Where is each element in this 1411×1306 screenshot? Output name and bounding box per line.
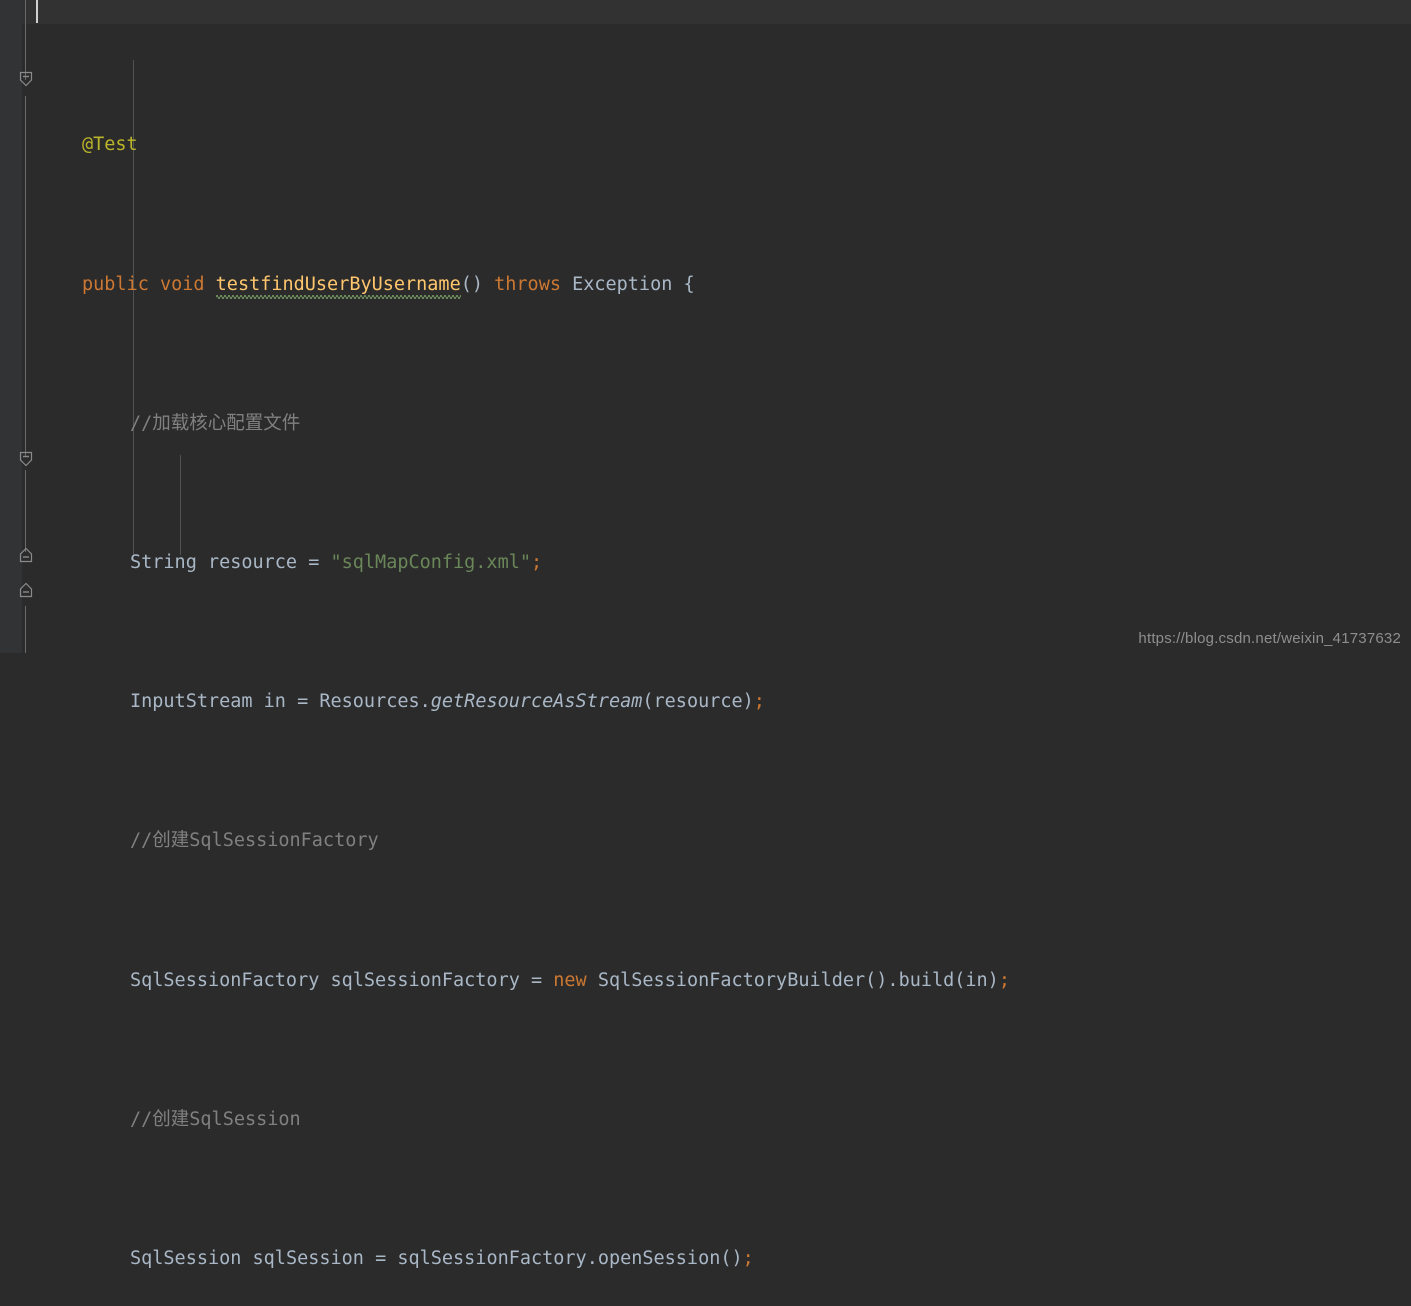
operator-assign: = bbox=[297, 691, 309, 713]
method-getresourceasstream: getResourceAsStream bbox=[430, 691, 643, 713]
type-sqlsessionfactory: SqlSessionFactory bbox=[130, 969, 320, 991]
semicolon: ; bbox=[753, 691, 765, 713]
keyword-throws: throws bbox=[494, 273, 561, 295]
keyword-public: public bbox=[82, 273, 149, 295]
text-caret bbox=[36, 0, 38, 23]
class-resources: Resources. bbox=[319, 691, 431, 713]
semicolon: ; bbox=[530, 551, 543, 573]
code-line-comment-create-factory[interactable]: //创建SqlSessionFactory bbox=[0, 824, 1411, 859]
type-sqlsession: SqlSession bbox=[130, 1247, 242, 1269]
operator-assign: = bbox=[308, 551, 320, 573]
call-args: (resource) bbox=[642, 691, 754, 713]
keyword-new: new bbox=[553, 969, 587, 991]
annotation-test: @Test bbox=[82, 134, 138, 156]
open-brace-method: { bbox=[683, 273, 695, 295]
var-sqlsession: sqlSession bbox=[252, 1247, 364, 1269]
code-line-comment-load-config[interactable]: //加载核心配置文件 bbox=[0, 407, 1411, 442]
keyword-void: void bbox=[159, 273, 205, 295]
code-line-annotation[interactable]: @Test bbox=[0, 128, 1411, 163]
gutter-top-segment bbox=[0, 0, 22, 24]
string-literal-config: "sqlMapConfig.xml" bbox=[330, 551, 531, 573]
constructor-call: SqlSessionFactoryBuilder().build(in) bbox=[597, 969, 999, 991]
watermark-url: https://blog.csdn.net/weixin_41737632 bbox=[1138, 630, 1401, 647]
semicolon: ; bbox=[998, 969, 1010, 991]
var-resource: resource bbox=[207, 551, 298, 573]
comment-text: //创建SqlSessionFactory bbox=[130, 830, 379, 852]
code-line-sqlsession[interactable]: SqlSession sqlSession = sqlSessionFactor… bbox=[0, 1242, 1411, 1277]
comment-text: //创建SqlSession bbox=[130, 1108, 301, 1130]
code-line-sqlsessionfactory[interactable]: SqlSessionFactory sqlSessionFactory = ne… bbox=[0, 964, 1411, 999]
semicolon: ; bbox=[742, 1247, 754, 1269]
comment-text: //加载核心配置文件 bbox=[130, 412, 301, 434]
method-parens: () bbox=[460, 273, 483, 295]
type-inputstream: InputStream bbox=[130, 691, 253, 713]
operator-assign: = bbox=[375, 1247, 387, 1269]
var-in: in bbox=[263, 691, 286, 713]
code-line-method-signature[interactable]: public void testfindUserByUsername() thr… bbox=[0, 268, 1411, 303]
call-opensession: sqlSessionFactory.openSession() bbox=[397, 1247, 743, 1269]
code-content[interactable]: @Test public void testfindUserByUsername… bbox=[0, 24, 1411, 1269]
code-editor[interactable]: @Test public void testfindUserByUsername… bbox=[0, 0, 1411, 1269]
var-sqlsessionfactory: sqlSessionFactory bbox=[330, 969, 520, 991]
editor-top-scroll-strip bbox=[0, 0, 1411, 24]
code-line-comment-create-session[interactable]: //创建SqlSession bbox=[0, 1103, 1411, 1138]
code-line-inputstream[interactable]: InputStream in = Resources.getResourceAs… bbox=[0, 685, 1411, 720]
exception-type: Exception bbox=[572, 273, 673, 295]
code-line-string-resource[interactable]: String resource = "sqlMapConfig.xml"; bbox=[0, 546, 1411, 581]
type-string: String bbox=[130, 551, 197, 573]
method-name: testfindUserByUsername bbox=[215, 273, 461, 295]
operator-assign: = bbox=[531, 969, 543, 991]
